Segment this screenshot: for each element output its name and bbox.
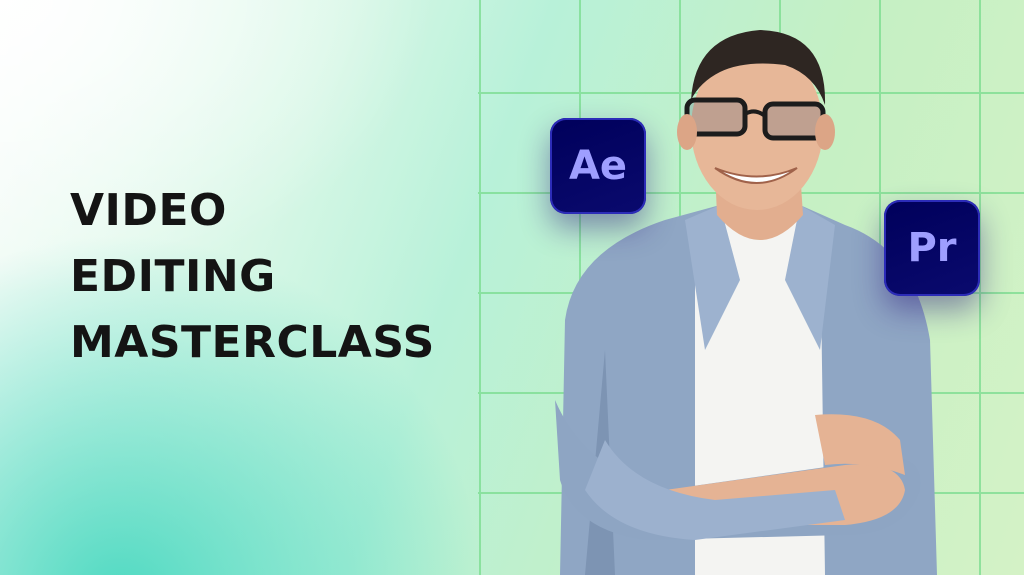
headline: VIDEO EDITING MASTERCLASS — [70, 178, 435, 376]
after-effects-icon: Ae — [550, 118, 646, 214]
headline-line-2: EDITING — [70, 251, 276, 302]
headline-line-1: VIDEO — [70, 185, 227, 236]
presenter-photo — [545, 20, 945, 575]
course-banner: VIDEO EDITING MASTERCLASS Ae Pr — [0, 0, 1024, 575]
premiere-pro-icon: Pr — [884, 200, 980, 296]
headline-line-3: MASTERCLASS — [70, 317, 435, 368]
